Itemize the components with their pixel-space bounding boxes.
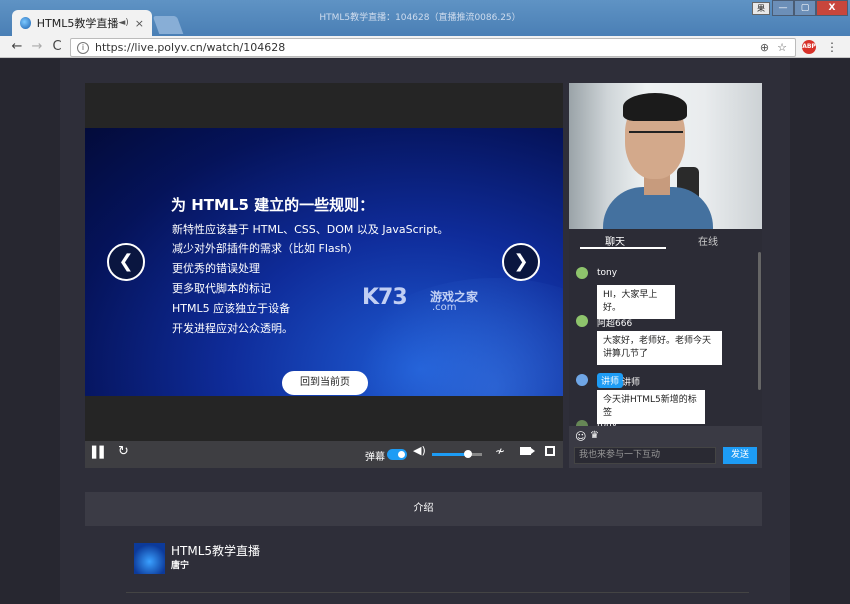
gift-icon[interactable]: ♛: [590, 430, 599, 441]
pause-icon[interactable]: ▌▌: [92, 446, 108, 459]
back-to-current-page-button[interactable]: 回到当前页: [282, 371, 368, 395]
send-button[interactable]: 发送: [723, 447, 757, 464]
fullscreen-icon[interactable]: [545, 446, 555, 456]
channel-title: HTML5教学直播: [171, 544, 261, 558]
site-favicon-icon: [20, 17, 31, 29]
slide-line: HTML5 应该独立于设备: [172, 302, 291, 315]
next-slide-button[interactable]: ❯: [502, 243, 540, 281]
zoom-icon[interactable]: ⊕: [760, 41, 769, 54]
chat-scrollbar[interactable]: [758, 252, 761, 390]
avatar: [576, 267, 588, 279]
back-arrow-icon[interactable]: ←: [8, 37, 26, 57]
slide-line: 更优秀的错误处理: [172, 262, 260, 275]
tab-title: HTML5教学直播: [36, 17, 119, 30]
chat-message: HI，大家早上好。: [597, 285, 675, 319]
profile-button[interactable]: 果: [752, 2, 770, 15]
browser-menu-icon[interactable]: ⋮: [826, 38, 838, 57]
channel-author: 唐宁: [171, 561, 190, 571]
volume-slider-fill: [432, 453, 468, 456]
danmu-label: 弹幕: [365, 452, 385, 463]
tab-close-icon[interactable]: ×: [135, 17, 144, 30]
address-bar[interactable]: i https://live.polyv.cn/watch/104628 ⊕ ☆: [70, 38, 796, 57]
reload-icon[interactable]: C: [48, 37, 66, 57]
slide-line: 开发进程应对公众透明。: [172, 322, 293, 335]
chat-username: 讲师: [622, 378, 641, 388]
danmu-toggle[interactable]: [387, 449, 407, 460]
chat-message: 大家好，老师好。老师今天讲算几节了: [597, 331, 722, 365]
slide-title: 为 HTML5 建立的一些规则：: [171, 196, 375, 214]
avatar: [576, 315, 588, 327]
window-close-button[interactable]: X: [816, 0, 848, 16]
watermark-logo: K73: [362, 285, 408, 310]
divider: [126, 592, 749, 593]
slide-line: 新特性应该基于 HTML、CSS、DOM 以及 JavaScript。: [172, 223, 449, 236]
slide-line: 减少对外部插件的需求（比如 Flash）: [172, 242, 359, 255]
chat-input[interactable]: 我也来参与一下互动: [574, 447, 716, 464]
toggle-knob: [398, 451, 405, 458]
site-info-icon[interactable]: i: [77, 41, 89, 54]
chat-username: 阿超666: [597, 319, 633, 329]
volume-slider-handle[interactable]: [464, 450, 472, 458]
lecturer-badge: 讲师: [597, 373, 624, 388]
player-controls-bar: [85, 441, 563, 468]
window-minimize-button[interactable]: —: [772, 0, 794, 16]
bookmark-star-icon[interactable]: ☆: [777, 41, 787, 54]
camera-icon[interactable]: [520, 447, 535, 455]
line-switch-icon[interactable]: ≁: [495, 444, 505, 458]
refresh-icon[interactable]: ↻: [118, 444, 129, 459]
window-maximize-button[interactable]: ▢: [794, 0, 816, 16]
chat-message: 今天讲HTML5新增的标签: [597, 390, 705, 424]
forward-arrow-icon[interactable]: →: [28, 37, 46, 57]
channel-thumbnail: [134, 543, 165, 574]
tab-audio-icon[interactable]: ◄): [118, 18, 128, 28]
tab-chat[interactable]: 聊天: [580, 233, 650, 248]
presenter-camera-video[interactable]: [569, 83, 762, 229]
avatar: [576, 374, 588, 386]
slide-line: 更多取代脚本的标记: [172, 282, 271, 295]
volume-icon[interactable]: ◀): [413, 444, 426, 457]
emoji-icon[interactable]: ☺: [575, 430, 586, 443]
adblock-extension-icon[interactable]: ABP: [802, 40, 816, 54]
intro-tab[interactable]: 介绍: [85, 492, 762, 526]
presenter-hair-graphic: [623, 93, 687, 121]
url-text[interactable]: https://live.polyv.cn/watch/104628: [95, 41, 760, 54]
previous-slide-button[interactable]: ❮: [107, 243, 145, 281]
presenter-glasses-graphic: [629, 131, 683, 143]
chat-username: tony: [597, 268, 618, 278]
tab-online[interactable]: 在线: [673, 233, 743, 248]
presentation-slide: [85, 128, 563, 396]
browser-tab-active[interactable]: HTML5教学直播 ◄) ×: [12, 10, 152, 36]
active-tab-indicator: [580, 247, 666, 249]
window-title: HTML5教学直播：104628（直播推流0086.25）: [319, 13, 521, 23]
watermark-domain: .com: [432, 302, 457, 313]
